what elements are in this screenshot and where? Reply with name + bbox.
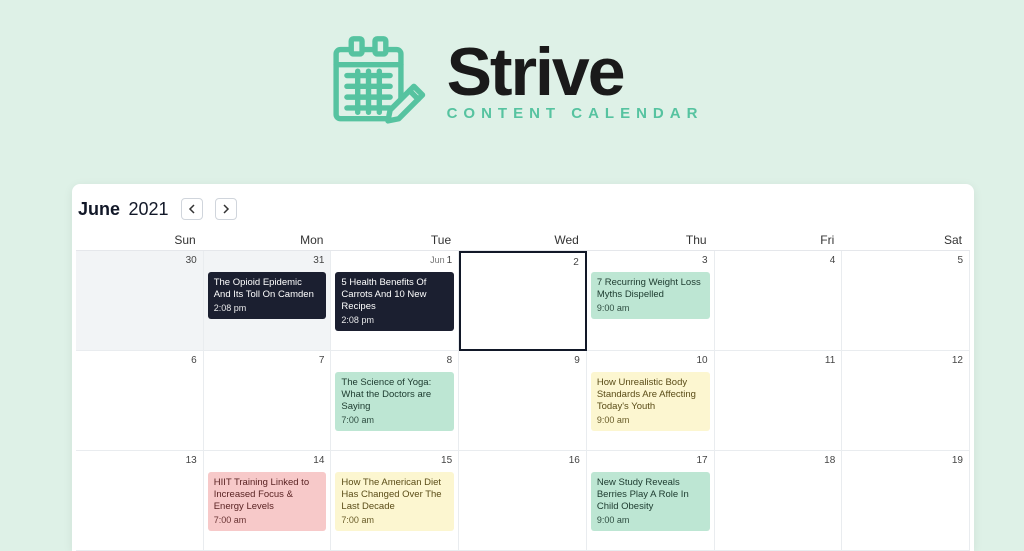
calendar-day-cell[interactable]: 16 bbox=[459, 451, 587, 551]
dow-label: Mon bbox=[204, 230, 332, 251]
next-month-button[interactable] bbox=[215, 198, 237, 220]
date-number: 9 bbox=[574, 355, 580, 366]
calendar-header: June 2021 bbox=[76, 198, 970, 230]
calendar-day-cell[interactable]: 6 bbox=[76, 351, 204, 451]
event-title: The Science of Yoga: What the Doctors ar… bbox=[341, 377, 448, 413]
calendar-day-cell[interactable]: 12 bbox=[842, 351, 970, 451]
calendar-day-cell[interactable]: 19 bbox=[842, 451, 970, 551]
date-number: 10 bbox=[696, 355, 707, 366]
dow-label: Sat bbox=[842, 230, 970, 251]
calendar-day-cell[interactable]: 9 bbox=[459, 351, 587, 451]
dow-label: Sun bbox=[76, 230, 204, 251]
calendar-day-cell[interactable]: 13 bbox=[76, 451, 204, 551]
brand-header: Strive CONTENT CALENDAR bbox=[0, 0, 1024, 160]
calendar-day-cell[interactable]: 11 bbox=[715, 351, 843, 451]
calendar-event[interactable]: HIIT Training Linked to Increased Focus … bbox=[208, 472, 327, 531]
brand-subtitle: CONTENT CALENDAR bbox=[447, 105, 704, 122]
dow-label: Tue bbox=[331, 230, 459, 251]
date-number: 19 bbox=[952, 455, 963, 466]
event-time: 9:00 am bbox=[597, 303, 704, 314]
event-title: How The American Diet Has Changed Over T… bbox=[341, 477, 448, 513]
event-time: 7:00 am bbox=[214, 515, 321, 526]
date-number: 3 bbox=[702, 255, 708, 266]
prev-month-button[interactable] bbox=[181, 198, 203, 220]
calendar-day-cell[interactable]: 17 New Study Reveals Berries Play A Role … bbox=[587, 451, 715, 551]
calendar-event[interactable]: New Study Reveals Berries Play A Role In… bbox=[591, 472, 710, 531]
day-of-week-header: SunMonTueWedThuFriSat bbox=[76, 230, 970, 251]
calendar-day-cell[interactable]: Jun1 5 Health Benefits Of Carrots And 10 … bbox=[331, 251, 459, 351]
calendar-event[interactable]: The Opioid Epidemic And Its Toll On Camd… bbox=[208, 272, 327, 319]
date-number: 30 bbox=[186, 255, 197, 266]
dow-label: Fri bbox=[715, 230, 843, 251]
calendar-panel: June 2021 SunMonTueWedThuFriSat 30 31 The … bbox=[72, 184, 974, 551]
calendar-event[interactable]: The Science of Yoga: What the Doctors ar… bbox=[335, 372, 454, 431]
date-number: 12 bbox=[952, 355, 963, 366]
calendar-event[interactable]: 5 Health Benefits Of Carrots And 10 New … bbox=[335, 272, 454, 331]
calendar-day-cell[interactable]: 18 bbox=[715, 451, 843, 551]
event-time: 9:00 am bbox=[597, 415, 704, 426]
calendar-day-cell[interactable]: 10 How Unrealistic Body Standards Are Aff… bbox=[587, 351, 715, 451]
date-number: 15 bbox=[441, 455, 452, 466]
chevron-right-icon bbox=[222, 204, 230, 214]
date-number: 13 bbox=[186, 455, 197, 466]
calendar-icon bbox=[321, 28, 429, 136]
calendar-day-cell[interactable]: 2 bbox=[459, 251, 587, 351]
calendar-day-cell[interactable]: 4 bbox=[715, 251, 843, 351]
event-title: HIIT Training Linked to Increased Focus … bbox=[214, 477, 321, 513]
dow-label: Wed bbox=[459, 230, 587, 251]
event-title: How Unrealistic Body Standards Are Affec… bbox=[597, 377, 704, 413]
event-time: 7:00 am bbox=[341, 415, 448, 426]
calendar-day-cell[interactable]: 7 bbox=[204, 351, 332, 451]
brand-text: Strive CONTENT CALENDAR bbox=[447, 42, 704, 122]
event-time: 7:00 am bbox=[341, 515, 448, 526]
calendar-event[interactable]: How The American Diet Has Changed Over T… bbox=[335, 472, 454, 531]
dow-label: Thu bbox=[587, 230, 715, 251]
event-title: New Study Reveals Berries Play A Role In… bbox=[597, 477, 704, 513]
date-number: Jun1 bbox=[430, 255, 452, 266]
event-time: 9:00 am bbox=[597, 515, 704, 526]
calendar-day-cell[interactable]: 3 7 Recurring Weight Loss Myths Dispelled… bbox=[587, 251, 715, 351]
date-number: 4 bbox=[830, 255, 836, 266]
date-number: 17 bbox=[696, 455, 707, 466]
date-number: 2 bbox=[573, 257, 579, 268]
date-number: 11 bbox=[825, 355, 835, 366]
event-time: 2:08 pm bbox=[341, 315, 448, 326]
calendar-day-cell[interactable]: 14 HIIT Training Linked to Increased Focu… bbox=[204, 451, 332, 551]
calendar-grid: 30 31 The Opioid Epidemic And Its Toll On … bbox=[76, 251, 970, 551]
calendar-day-cell[interactable]: 15 How The American Diet Has Changed Over… bbox=[331, 451, 459, 551]
chevron-left-icon bbox=[188, 204, 196, 214]
date-number: 5 bbox=[957, 255, 963, 266]
date-number: 7 bbox=[319, 355, 325, 366]
date-number: 18 bbox=[824, 455, 835, 466]
date-number: 31 bbox=[313, 255, 324, 266]
calendar-event[interactable]: 7 Recurring Weight Loss Myths Dispelled 9… bbox=[591, 272, 710, 319]
event-time: 2:08 pm bbox=[214, 303, 321, 314]
date-number: 14 bbox=[313, 455, 324, 466]
calendar-event[interactable]: How Unrealistic Body Standards Are Affec… bbox=[591, 372, 710, 431]
calendar-day-cell[interactable]: 30 bbox=[76, 251, 204, 351]
event-title: 7 Recurring Weight Loss Myths Dispelled bbox=[597, 277, 704, 301]
date-number: 6 bbox=[191, 355, 197, 366]
calendar-day-cell[interactable]: 8 The Science of Yoga: What the Doctors a… bbox=[331, 351, 459, 451]
calendar-day-cell[interactable]: 31 The Opioid Epidemic And Its Toll On Ca… bbox=[204, 251, 332, 351]
date-number: 8 bbox=[447, 355, 453, 366]
brand-title: Strive bbox=[447, 42, 704, 103]
calendar-day-cell[interactable]: 5 bbox=[842, 251, 970, 351]
calendar-month-label: June bbox=[78, 199, 120, 219]
date-number: 16 bbox=[569, 455, 580, 466]
calendar-year-label: 2021 bbox=[128, 199, 168, 219]
event-title: The Opioid Epidemic And Its Toll On Camd… bbox=[214, 277, 321, 301]
event-title: 5 Health Benefits Of Carrots And 10 New … bbox=[341, 277, 448, 313]
